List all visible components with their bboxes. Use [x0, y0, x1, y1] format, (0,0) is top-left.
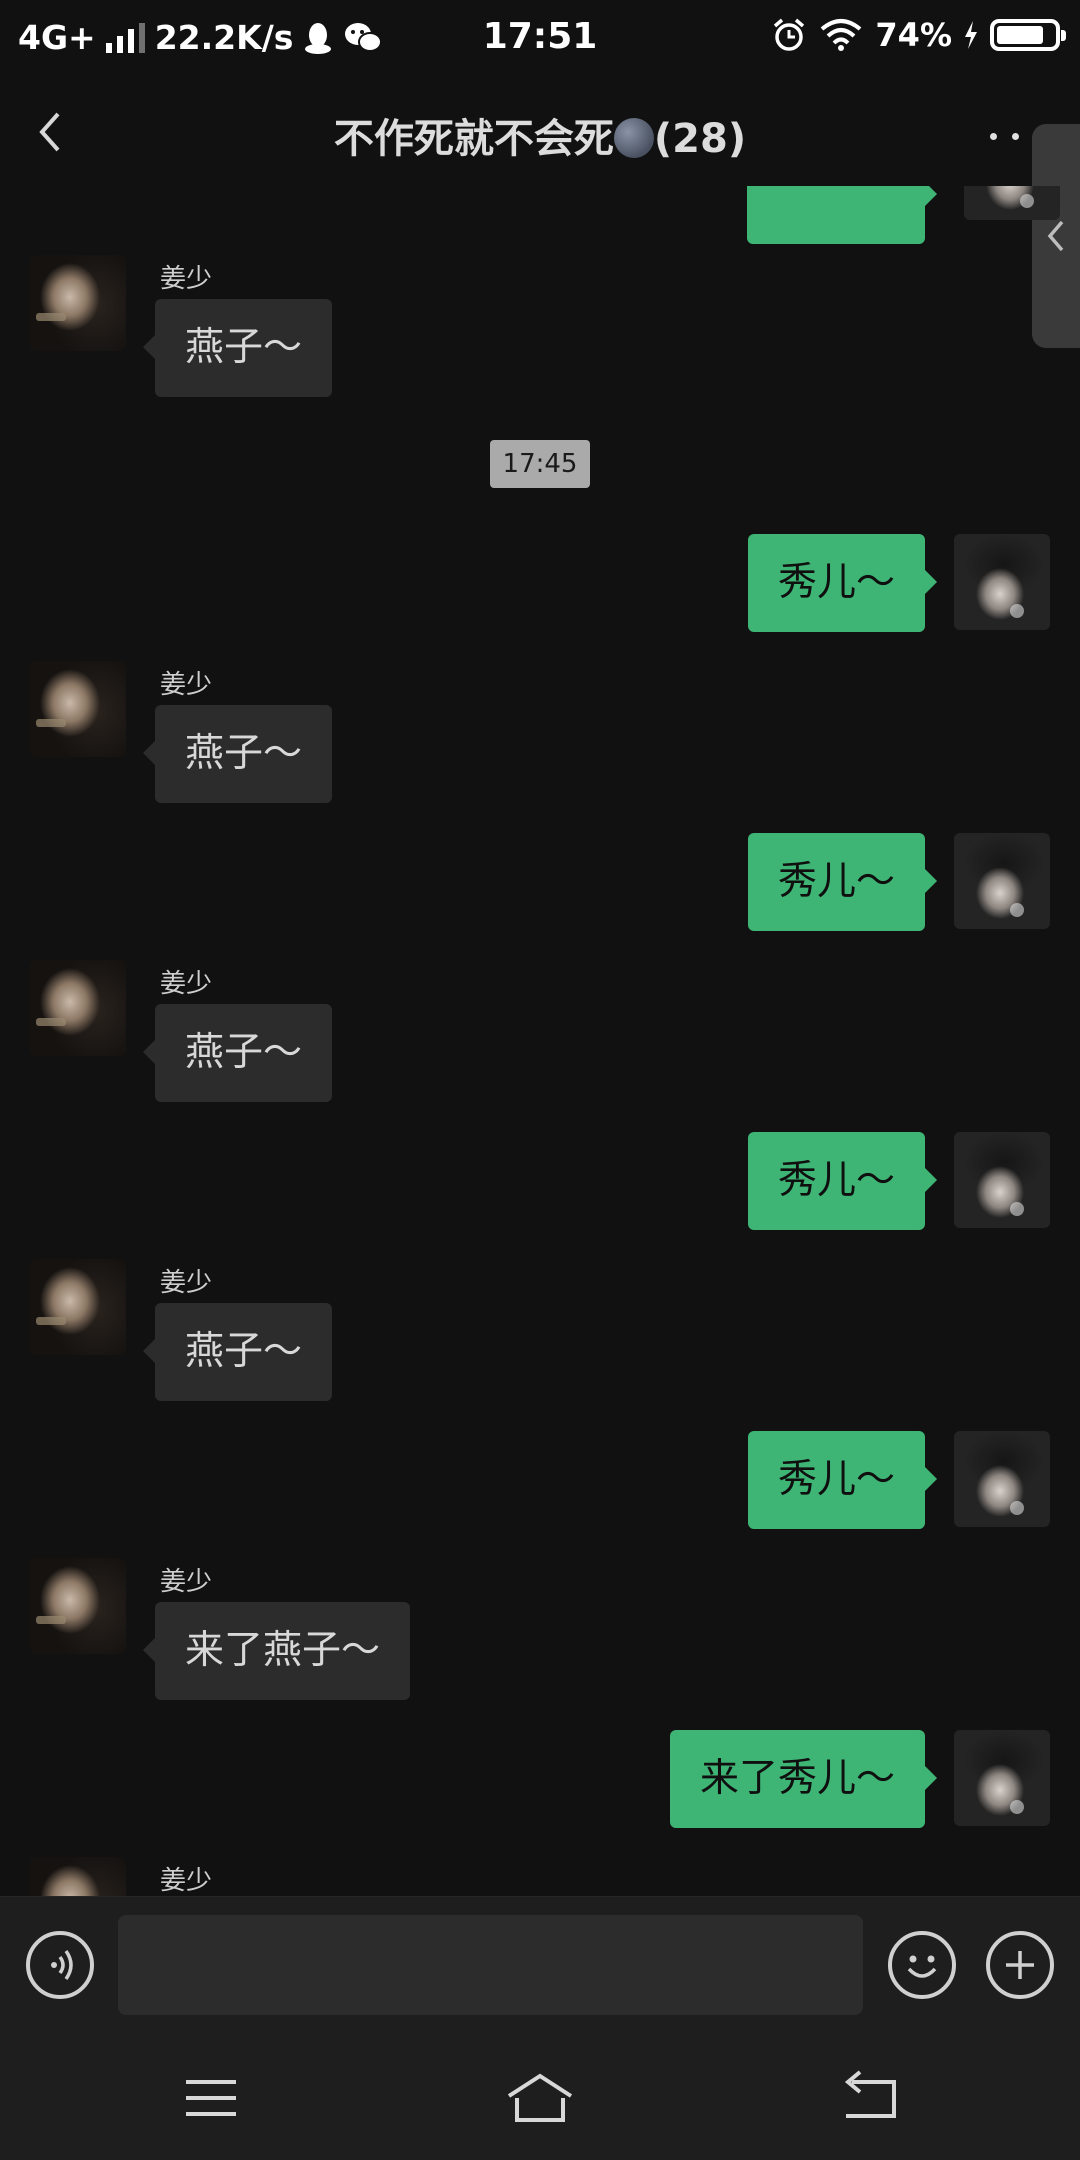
- input-bar: [0, 1896, 1080, 2034]
- message-bubble-outgoing[interactable]: [747, 186, 937, 244]
- message-bubble-incoming[interactable]: 燕子～: [142, 1303, 333, 1401]
- plus-icon: [1006, 1951, 1034, 1979]
- time-divider: 17:45: [490, 440, 590, 488]
- message-bubble-outgoing[interactable]: 秀儿～: [747, 1132, 938, 1230]
- message-bubble-outgoing[interactable]: 秀儿～: [747, 833, 938, 931]
- chat-header: 不作死就不会死 (28): [0, 76, 1080, 186]
- system-navigation-bar: [0, 2034, 1080, 2160]
- avatar-sender[interactable]: [30, 960, 126, 1056]
- voice-input-button[interactable]: [26, 1931, 94, 1999]
- more-functions-button[interactable]: [986, 1931, 1054, 1999]
- status-bar: 4G+ 22.2K/s 17:51 74%: [0, 0, 1080, 76]
- avatar-self[interactable]: [954, 534, 1050, 630]
- battery-percent: 74%: [875, 16, 952, 54]
- battery-icon: [990, 19, 1066, 51]
- group-name: 不作死就不会死: [333, 116, 614, 162]
- avatar-sender[interactable]: [30, 255, 126, 351]
- message-bubble-outgoing[interactable]: 来了秀儿～: [669, 1730, 938, 1828]
- avatar-sender[interactable]: [30, 1857, 126, 1896]
- home-icon[interactable]: [505, 2068, 575, 2128]
- avatar-self[interactable]: [954, 1132, 1050, 1228]
- sender-name: 姜少: [160, 1567, 213, 1597]
- menu-icon[interactable]: [176, 2068, 246, 2128]
- back-nav-icon[interactable]: [834, 2068, 904, 2128]
- avatar-self[interactable]: [954, 1730, 1050, 1826]
- avatar-self[interactable]: [964, 186, 1060, 220]
- smiley-icon: [907, 1955, 937, 1978]
- message-bubble-incoming[interactable]: 来了燕子～: [142, 1602, 411, 1700]
- battery-fill: [997, 26, 1043, 44]
- sender-name: 姜少: [160, 264, 213, 294]
- emoji-button[interactable]: [888, 1931, 956, 1999]
- sender-name: 姜少: [160, 670, 213, 700]
- charging-icon: [965, 21, 977, 49]
- avatar-sender[interactable]: [30, 661, 126, 757]
- message-bubble-incoming[interactable]: 燕子～: [142, 299, 333, 397]
- chat-title: 不作死就不会死 (28): [0, 106, 1080, 164]
- message-bubble-incoming[interactable]: 燕子～: [142, 705, 333, 803]
- moon-face-emoji: [613, 118, 654, 158]
- status-right: 74%: [771, 16, 1066, 54]
- sender-name: 姜少: [160, 1268, 213, 1298]
- message-bubble-outgoing[interactable]: 秀儿～: [747, 1431, 938, 1529]
- alarm-icon: [774, 18, 805, 51]
- avatar-self[interactable]: [954, 833, 1050, 929]
- message-list[interactable]: 姜少 燕子～ 17:45 秀儿～ 姜少 燕子～ 秀儿～ 姜少 燕子～ 秀儿～ 姜…: [0, 186, 1080, 1896]
- member-count: (28): [653, 116, 747, 162]
- message-input[interactable]: [118, 1915, 863, 2015]
- sender-name: 姜少: [160, 1866, 213, 1896]
- message-bubble-outgoing[interactable]: 秀儿～: [747, 534, 938, 632]
- avatar-sender[interactable]: [30, 1259, 126, 1355]
- avatar-sender[interactable]: [30, 1558, 126, 1654]
- message-bubble-incoming[interactable]: 燕子～: [142, 1004, 333, 1102]
- wifi-icon: [821, 19, 862, 51]
- wechat-chat-screen: 4G+ 22.2K/s 17:51 74% 不作死就不会死 (28) 姜少 燕子…: [0, 0, 1080, 2160]
- sender-name: 姜少: [160, 969, 213, 999]
- voice-icon: [51, 1949, 73, 1981]
- avatar-self[interactable]: [954, 1431, 1050, 1527]
